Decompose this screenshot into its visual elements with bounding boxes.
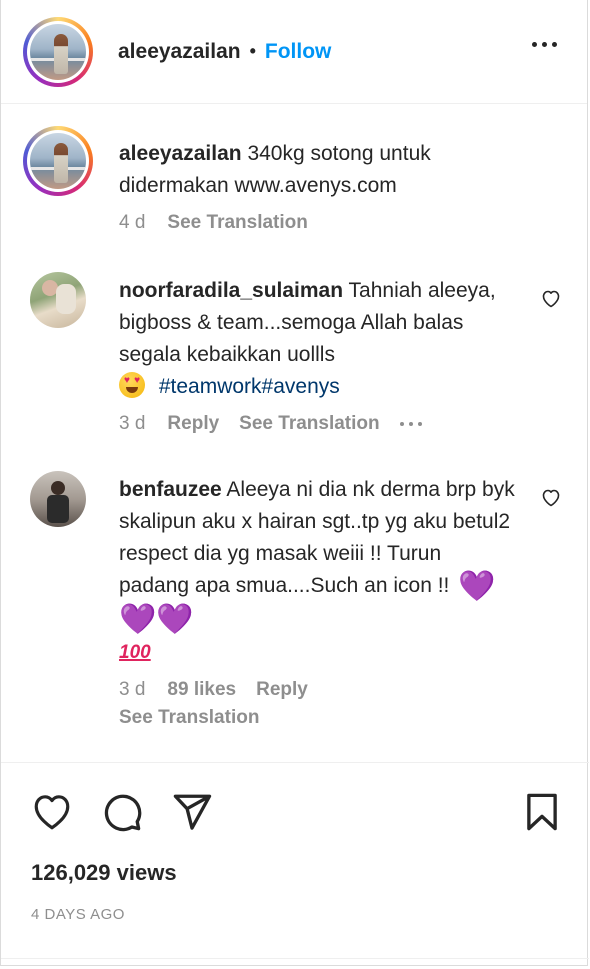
header-username[interactable]: aleeyazailan	[118, 40, 241, 64]
divider	[1, 958, 589, 959]
header-separator: •	[249, 41, 256, 61]
caption-time[interactable]: 4 d	[119, 212, 145, 234]
post-header: aleeyazailan • Follow	[1, 0, 587, 104]
option-dot	[399, 422, 404, 426]
action-bar	[1, 762, 589, 852]
comment-meta-row2: See Translation	[119, 707, 515, 729]
avatar[interactable]	[30, 272, 86, 328]
avatar-figure	[54, 33, 68, 74]
comment-hashtags[interactable]: #teamwork#avenys	[159, 375, 340, 398]
story-ring-avatar[interactable]	[23, 16, 93, 87]
more-horizontal-icon[interactable]	[532, 42, 557, 47]
avatar	[30, 23, 86, 80]
option-dot	[408, 422, 413, 426]
like-comment-heart-icon[interactable]	[539, 485, 563, 509]
view-count[interactable]: 126,029 views	[31, 860, 177, 886]
heart-icon[interactable]	[31, 791, 73, 833]
comment-avatar-wrap	[23, 272, 93, 435]
comment-body: noorfaradila_sulaiman Tahniah aleeya, bi…	[119, 272, 565, 435]
avatar-border	[27, 20, 89, 83]
post-card: aleeyazailan • Follow aleeyazailan 340kg…	[0, 0, 589, 966]
avatar-detail	[51, 481, 65, 495]
more-dot	[532, 42, 537, 47]
heart-eyes-emoji-icon	[119, 372, 145, 398]
avatar-figure	[54, 143, 68, 183]
caption-text-block: aleeyazailan 340kg sotong untuk didermak…	[119, 138, 515, 202]
caption-meta: 4 d See Translation	[119, 212, 515, 234]
avatar[interactable]	[30, 471, 86, 527]
follow-button[interactable]: Follow	[265, 40, 332, 64]
post-time-ago[interactable]: 4 DAYS AGO	[31, 906, 125, 923]
see-translation-button[interactable]: See Translation	[239, 413, 379, 435]
see-translation-button[interactable]: See Translation	[119, 707, 259, 729]
comments-list: aleeyazailan 340kg sotong untuk didermak…	[1, 126, 587, 729]
caption: aleeyazailan 340kg sotong untuk didermak…	[23, 126, 565, 234]
comment-item: benfauzee Aleeya ni dia nk derma brp byk…	[23, 471, 565, 729]
comment-likes[interactable]: 89 likes	[167, 679, 236, 701]
avatar-detail	[47, 495, 69, 523]
caption-avatar[interactable]	[23, 126, 93, 196]
comment-text-block: benfauzee Aleeya ni dia nk derma brp byk…	[119, 474, 515, 669]
comment-meta: 3 d Reply See Translation	[119, 413, 515, 435]
comment-options-icon[interactable]	[399, 422, 422, 426]
more-dot	[542, 42, 547, 47]
caption-see-translation[interactable]: See Translation	[167, 212, 307, 234]
option-dot	[417, 422, 422, 426]
comment-avatar-wrap	[23, 471, 93, 729]
comment-username[interactable]: benfauzee	[119, 478, 222, 501]
comment-username[interactable]: noorfaradila_sulaiman	[119, 279, 343, 302]
like-comment-heart-icon[interactable]	[539, 286, 563, 310]
emoji-mouth	[126, 387, 138, 393]
caption-body: aleeyazailan 340kg sotong untuk didermak…	[119, 126, 565, 234]
avatar-border	[27, 130, 89, 192]
comment-item: noorfaradila_sulaiman Tahniah aleeya, bi…	[23, 272, 565, 435]
comment-text-block: noorfaradila_sulaiman Tahniah aleeya, bi…	[119, 275, 515, 403]
avatar	[30, 133, 86, 189]
more-dot	[552, 42, 557, 47]
caption-username[interactable]: aleeyazailan	[119, 142, 242, 165]
comment-time[interactable]: 3 d	[119, 413, 145, 435]
caption-avatar-wrap	[23, 126, 93, 234]
bookmark-icon[interactable]	[521, 791, 563, 833]
avatar-detail	[56, 284, 76, 314]
hundred-points-emoji: 100	[119, 642, 151, 663]
reply-button[interactable]: Reply	[167, 413, 219, 435]
comment-icon[interactable]	[101, 791, 143, 833]
send-icon[interactable]	[171, 791, 213, 833]
comment-meta: 3 d 89 likes Reply	[119, 679, 515, 701]
comment-body: benfauzee Aleeya ni dia nk derma brp byk…	[119, 471, 565, 729]
comment-time[interactable]: 3 d	[119, 679, 145, 701]
reply-button[interactable]: Reply	[256, 679, 308, 701]
